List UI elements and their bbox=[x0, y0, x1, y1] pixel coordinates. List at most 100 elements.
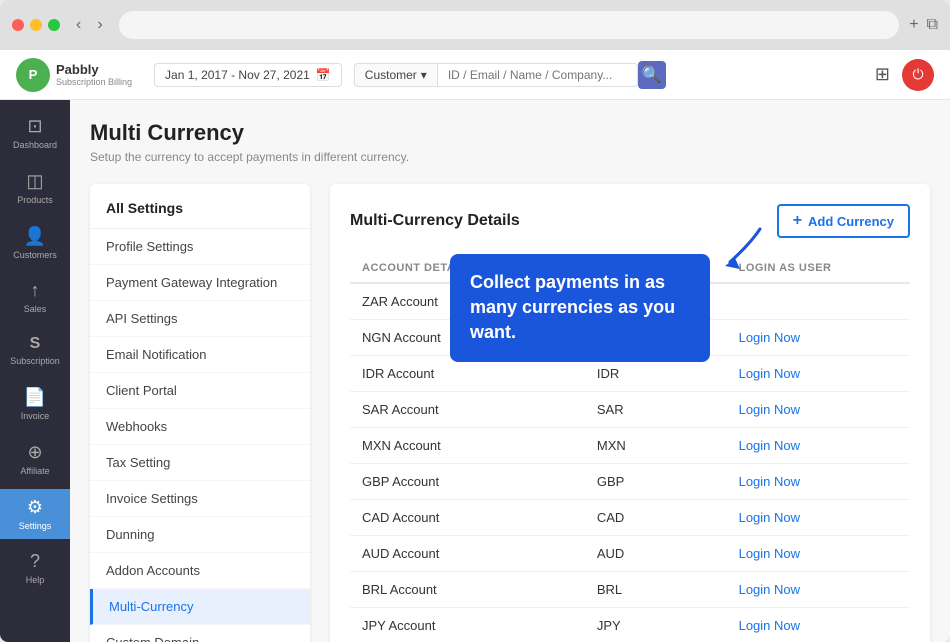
menu-item-invoice-settings[interactable]: Invoice Settings bbox=[90, 481, 310, 517]
cell-currency: JPY bbox=[585, 608, 727, 642]
logo-area: P Pabbly Subscription Billing bbox=[16, 58, 132, 92]
date-picker[interactable]: Jan 1, 2017 - Nov 27, 2021 📅 bbox=[154, 63, 342, 87]
add-currency-button[interactable]: + Add Currency bbox=[777, 204, 910, 238]
date-range-text: Jan 1, 2017 - Nov 27, 2021 bbox=[165, 68, 310, 82]
sidebar-item-help[interactable]: ? Help bbox=[0, 543, 70, 594]
table-row: SAR AccountSARLogin Now bbox=[350, 392, 910, 428]
page-title: Multi Currency bbox=[90, 120, 930, 146]
cell-login[interactable]: Login Now bbox=[727, 356, 910, 392]
help-icon: ? bbox=[30, 551, 40, 572]
menu-item-api-settings[interactable]: API Settings bbox=[90, 301, 310, 337]
search-button[interactable]: 🔍 bbox=[638, 61, 666, 89]
new-tab-icon[interactable]: + bbox=[909, 16, 918, 34]
login-now-link[interactable]: Login Now bbox=[739, 474, 800, 489]
login-now-link[interactable]: Login Now bbox=[739, 438, 800, 453]
menu-item-webhooks[interactable]: Webhooks bbox=[90, 409, 310, 445]
sidebar-item-settings[interactable]: ⚙ Settings bbox=[0, 489, 70, 540]
login-now-link[interactable]: Login Now bbox=[739, 618, 800, 633]
search-input[interactable] bbox=[448, 68, 627, 82]
table-row: JPY AccountJPY Login Now bbox=[350, 608, 910, 642]
menu-item-custom-domain[interactable]: Custom Domain bbox=[90, 625, 310, 642]
sidebar-item-customers[interactable]: 👤 Customers bbox=[0, 218, 70, 269]
search-input-wrap bbox=[438, 63, 638, 87]
multi-currency-panel: Multi-Currency Details + Add Currency bbox=[330, 184, 930, 642]
menu-item-addon-accounts[interactable]: Addon Accounts bbox=[90, 553, 310, 589]
cell-currency: AUD bbox=[585, 536, 727, 572]
sidebar-item-sales[interactable]: ↑ Sales bbox=[0, 272, 70, 323]
window-icon[interactable]: ⧉ bbox=[927, 16, 938, 34]
login-now-link[interactable]: Login Now bbox=[739, 366, 800, 381]
cell-currency: GBP bbox=[585, 464, 727, 500]
minimize-button[interactable] bbox=[30, 19, 42, 31]
cell-login[interactable]: Login Now bbox=[727, 428, 910, 464]
menu-item-email-notification[interactable]: Email Notification bbox=[90, 337, 310, 373]
cell-account: SAR Account bbox=[350, 392, 585, 428]
main-layout: ⊡ Dashboard ◫ Products 👤 Customers ↑ Sal… bbox=[0, 100, 950, 642]
login-now-link[interactable]: Login Now bbox=[739, 402, 800, 417]
browser-actions: + ⧉ bbox=[909, 16, 938, 34]
back-button[interactable]: ‹ bbox=[70, 14, 87, 36]
cell-login[interactable]: Login Now bbox=[727, 608, 910, 642]
maximize-button[interactable] bbox=[48, 19, 60, 31]
cell-login[interactable]: Login Now bbox=[727, 464, 910, 500]
panel-title: Multi-Currency Details bbox=[350, 212, 520, 230]
menu-item-multi-currency[interactable]: Multi-Currency bbox=[90, 589, 310, 625]
cell-login[interactable]: Login Now bbox=[727, 320, 910, 356]
sidebar-item-invoice[interactable]: 📄 Invoice bbox=[0, 379, 70, 430]
cell-currency: CAD bbox=[585, 500, 727, 536]
menu-item-tax-setting[interactable]: Tax Setting bbox=[90, 445, 310, 481]
callout-overlay: Collect payments in as many currencies a… bbox=[450, 254, 710, 362]
menu-item-client-portal[interactable]: Client Portal bbox=[90, 373, 310, 409]
login-now-link[interactable]: Login Now bbox=[739, 546, 800, 561]
customers-icon: 👤 bbox=[24, 226, 46, 247]
cell-login[interactable]: Login Now bbox=[727, 500, 910, 536]
settings-layout: All Settings Profile Settings Payment Ga… bbox=[90, 184, 930, 642]
cell-login bbox=[727, 283, 910, 320]
sidebar-label-settings: Settings bbox=[19, 521, 52, 532]
pabbly-logo: P bbox=[16, 58, 50, 92]
sales-icon: ↑ bbox=[31, 280, 40, 301]
grid-icon[interactable]: ⊞ bbox=[875, 64, 890, 85]
cell-currency: BRL bbox=[585, 572, 727, 608]
add-icon: + bbox=[793, 212, 802, 230]
sidebar-label-products: Products bbox=[17, 195, 53, 206]
panel-header: Multi-Currency Details + Add Currency bbox=[350, 204, 910, 238]
search-area: Customer ▾ 🔍 bbox=[354, 61, 666, 89]
cell-login[interactable]: Login Now bbox=[727, 392, 910, 428]
menu-item-profile-settings[interactable]: Profile Settings bbox=[90, 229, 310, 265]
all-settings-title: All Settings bbox=[90, 200, 310, 229]
sidebar-item-affiliate[interactable]: ⊕ Affiliate bbox=[0, 434, 70, 485]
sidebar-label-affiliate: Affiliate bbox=[20, 466, 49, 477]
dropdown-arrow-icon: ▾ bbox=[421, 68, 427, 82]
logo-subtitle: Subscription Billing bbox=[56, 77, 132, 87]
cell-login[interactable]: Login Now bbox=[727, 572, 910, 608]
app-container: P Pabbly Subscription Billing Jan 1, 201… bbox=[0, 50, 950, 642]
cell-login[interactable]: Login Now bbox=[727, 536, 910, 572]
login-now-link[interactable]: Login Now bbox=[739, 582, 800, 597]
table-row: AUD AccountAUDLogin Now bbox=[350, 536, 910, 572]
forward-button[interactable]: › bbox=[91, 14, 108, 36]
logo-text-block: Pabbly Subscription Billing bbox=[56, 62, 132, 88]
close-button[interactable] bbox=[12, 19, 24, 31]
sidebar-item-products[interactable]: ◫ Products bbox=[0, 163, 70, 214]
arrow-annotation bbox=[690, 224, 770, 274]
menu-item-payment-gateway[interactable]: Payment Gateway Integration bbox=[90, 265, 310, 301]
menu-item-dunning[interactable]: Dunning bbox=[90, 517, 310, 553]
login-now-link[interactable]: Login Now bbox=[739, 510, 800, 525]
cell-account: BRL Account bbox=[350, 572, 585, 608]
table-row: GBP AccountGBPLogin Now bbox=[350, 464, 910, 500]
customer-dropdown[interactable]: Customer ▾ bbox=[354, 63, 438, 87]
browser-chrome: ‹ › + ⧉ bbox=[0, 0, 950, 50]
sidebar-item-subscription[interactable]: S Subscription bbox=[0, 327, 70, 375]
sidebar-label-help: Help bbox=[26, 575, 45, 586]
power-button[interactable]: ⏻ bbox=[902, 59, 934, 91]
login-now-link[interactable]: Login Now bbox=[739, 330, 800, 345]
sidebar-label-subscription: Subscription bbox=[10, 356, 60, 367]
power-icon: ⏻ bbox=[912, 66, 923, 83]
dashboard-icon: ⊡ bbox=[27, 116, 42, 137]
subscription-icon: S bbox=[30, 335, 41, 353]
address-bar bbox=[119, 11, 900, 39]
cell-account: MXN Account bbox=[350, 428, 585, 464]
cell-account: JPY Account bbox=[350, 608, 585, 642]
sidebar-item-dashboard[interactable]: ⊡ Dashboard bbox=[0, 108, 70, 159]
